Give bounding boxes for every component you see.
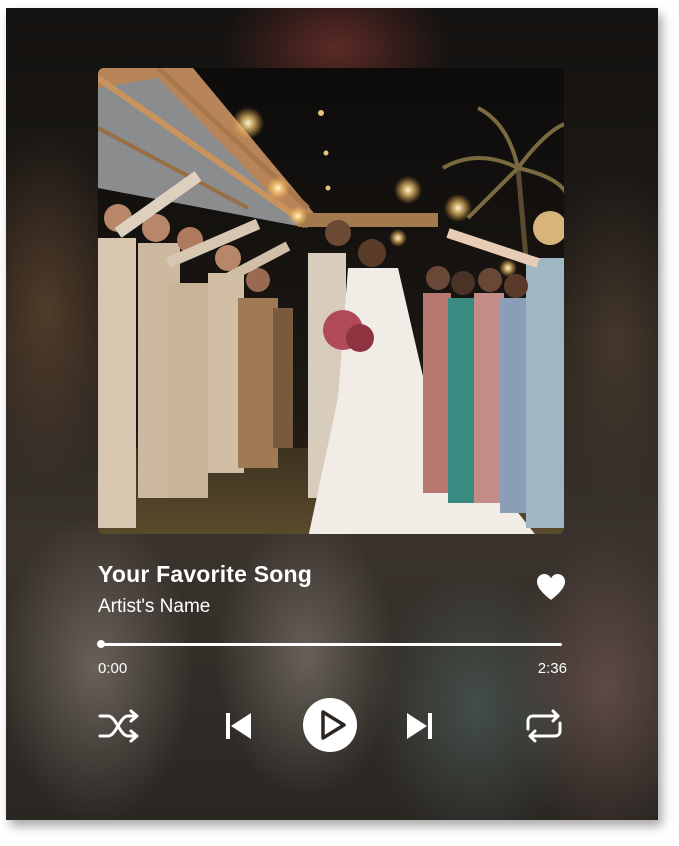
song-title: Your Favorite Song: [98, 561, 313, 587]
progress-knob[interactable]: [97, 640, 105, 648]
shuffle-icon[interactable]: [98, 709, 142, 743]
music-plaque: Your Favorite Song Artist's Name 0:00 2:…: [6, 8, 658, 820]
time-total: 2:36: [537, 660, 567, 677]
heart-icon[interactable]: [535, 572, 567, 602]
progress-track: [98, 643, 562, 646]
skip-next-icon[interactable]: [404, 711, 434, 741]
progress-bar[interactable]: [97, 639, 562, 651]
artist-name: Artist's Name: [98, 596, 211, 617]
play-button[interactable]: [302, 697, 358, 753]
repeat-icon[interactable]: [520, 709, 568, 743]
album-cover-photo: [98, 68, 564, 534]
skip-previous-icon[interactable]: [224, 711, 254, 741]
time-elapsed: 0:00: [98, 660, 128, 677]
